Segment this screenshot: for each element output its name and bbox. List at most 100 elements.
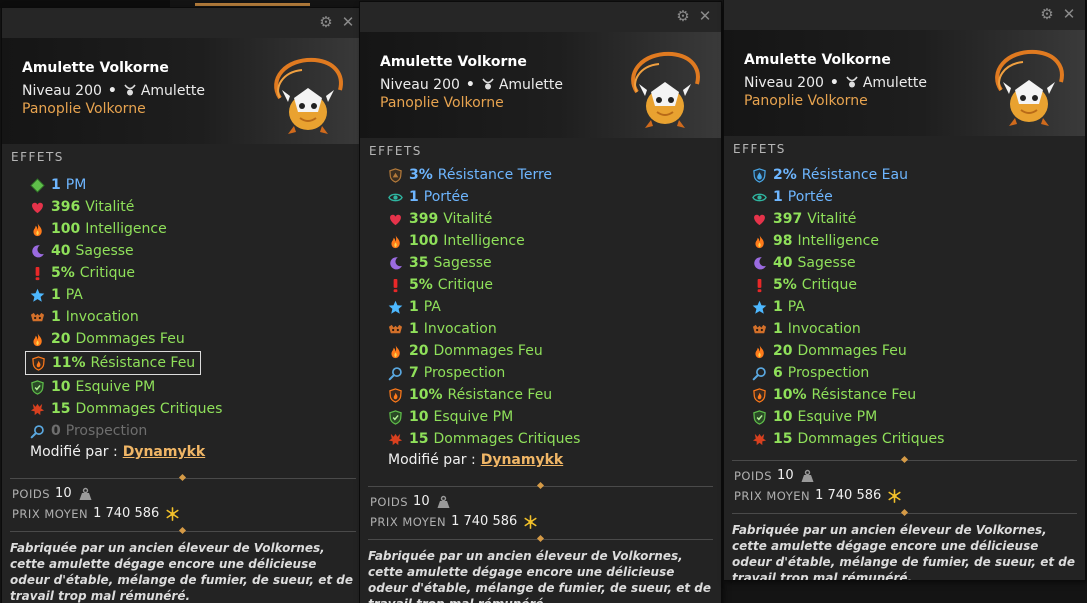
effect-label: Portée — [787, 189, 833, 205]
gear-icon[interactable]: ⚙ — [675, 8, 691, 24]
effect-label: Intelligence — [797, 233, 879, 249]
panel-titlebar[interactable]: ⚙ ✕ — [2, 8, 364, 38]
effect-value: 397 — [773, 211, 803, 227]
effect-row: 10 Esquive PM — [388, 406, 513, 428]
effect-label: Intelligence — [443, 233, 525, 249]
item-name: Amulette Volkorne — [380, 54, 527, 70]
author-link[interactable]: Dynamykk — [123, 444, 206, 460]
effect-label: PA — [423, 299, 441, 315]
shield-fire-icon — [388, 387, 403, 403]
moon-icon — [752, 256, 767, 271]
separator — [10, 473, 356, 482]
separator — [732, 455, 1077, 464]
invocation-icon — [388, 322, 403, 337]
gear-icon[interactable]: ⚙ — [318, 14, 334, 30]
separator — [368, 534, 713, 543]
effect-value: 1 — [51, 287, 61, 303]
effect-row: 20 Dommages Feu — [388, 340, 543, 362]
item-set[interactable]: Panoplie Volkorne — [380, 95, 504, 111]
effect-label: Critique — [801, 277, 857, 293]
effect-row: 1 PM — [30, 174, 86, 196]
effect-row: 3% Résistance Terre — [388, 164, 552, 186]
effect-label: Invocation — [423, 321, 497, 337]
item-level-line: Niveau 200 • Amulette — [744, 75, 928, 91]
modified-by: Modifié par : Dynamykk — [30, 444, 205, 460]
effects-title: EFFETS — [369, 144, 422, 158]
shield-green-icon — [388, 409, 403, 425]
effect-row: 0 Prospection — [30, 420, 147, 442]
star-icon — [30, 288, 45, 303]
effect-value: 35 — [409, 255, 429, 271]
amulet-type-icon — [124, 84, 136, 96]
shield-green-icon — [752, 409, 767, 425]
heart-icon — [752, 212, 767, 227]
effect-value: 3% — [409, 167, 433, 183]
effect-row: 10 Esquive PM — [752, 406, 877, 428]
effect-value: 1 — [409, 189, 419, 205]
effect-row: 98 Intelligence — [752, 230, 879, 252]
effect-label: Critique — [437, 277, 493, 293]
effect-label: Invocation — [787, 321, 861, 337]
effect-label: Prospection — [423, 365, 506, 381]
heart-icon — [30, 200, 45, 215]
weight-label: POIDS — [734, 468, 773, 483]
effect-label: PM — [65, 177, 87, 193]
item-set[interactable]: Panoplie Volkorne — [744, 93, 868, 109]
effect-row: 5% Critique — [30, 262, 135, 284]
item-level: Niveau 200 — [744, 75, 824, 91]
panel-titlebar[interactable]: ⚙ ✕ — [360, 2, 721, 32]
eye-icon — [388, 190, 403, 205]
effect-label: Vitalité — [807, 211, 857, 227]
item-tooltip-panel-3: ⚙ ✕ Amulette Volkorne Niveau 200 • Amulett… — [724, 0, 1085, 580]
effect-label: PA — [787, 299, 805, 315]
panel-titlebar[interactable]: ⚙ ✕ — [724, 0, 1085, 30]
close-icon[interactable]: ✕ — [697, 8, 713, 24]
item-header: Amulette Volkorne Niveau 200 • Amulette Pa… — [360, 32, 721, 138]
item-description: Fabriquée par un ancien éleveur de Volko… — [10, 541, 353, 603]
item-type: Amulette — [140, 83, 206, 99]
effect-label: Résistance Feu — [447, 387, 553, 403]
effect-label: Sagesse — [75, 243, 134, 259]
effect-label: Vitalité — [443, 211, 493, 227]
effect-label: Portée — [423, 189, 469, 205]
amulet-type-icon — [482, 78, 494, 90]
effect-row: 397 Vitalité — [752, 208, 856, 230]
effect-value: 10% — [409, 387, 443, 403]
effect-row: 1 Portée — [752, 186, 833, 208]
author-link[interactable]: Dynamykk — [481, 452, 564, 468]
effect-label: Critique — [79, 265, 135, 281]
effect-label: Intelligence — [85, 221, 167, 237]
shield-water-icon — [752, 167, 767, 183]
effect-row: 7 Prospection — [388, 362, 505, 384]
exclamation-icon — [752, 278, 767, 293]
critical-damage-icon — [30, 402, 45, 417]
item-tooltip-panel-1: ⚙ ✕ Amulette Volkorne Niveau 200 • Amulett… — [2, 8, 364, 603]
effect-value: 10 — [51, 379, 71, 395]
amulet-type-icon — [846, 76, 858, 88]
critical-damage-icon — [752, 432, 767, 447]
effect-value: 1 — [773, 321, 783, 337]
magnifier-icon — [30, 424, 45, 439]
effect-label: Esquive PM — [75, 379, 156, 395]
price-row: PRIX MOYEN 1 740 586 — [734, 488, 902, 503]
effect-label: Résistance Eau — [801, 167, 908, 183]
weight-icon — [437, 495, 450, 508]
close-icon[interactable]: ✕ — [340, 14, 356, 30]
separator-ornament — [536, 534, 544, 543]
effect-label: Dommages Feu — [433, 343, 543, 359]
price-row: PRIX MOYEN 1 740 586 — [370, 514, 538, 529]
effect-row: 5% Critique — [388, 274, 493, 296]
separator-ornament — [178, 473, 187, 482]
weight-value: 10 — [777, 468, 794, 483]
effect-value: 1 — [409, 321, 419, 337]
weight-label: POIDS — [370, 494, 409, 509]
gear-icon[interactable]: ⚙ — [1039, 6, 1055, 22]
close-icon[interactable]: ✕ — [1061, 6, 1077, 22]
effect-value: 1 — [773, 189, 783, 205]
effect-value: 11% — [52, 355, 86, 371]
effect-value: 5% — [409, 277, 433, 293]
item-set[interactable]: Panoplie Volkorne — [22, 101, 146, 117]
effect-value: 396 — [51, 199, 81, 215]
weight-icon — [79, 487, 92, 500]
effect-label: Dommages Feu — [75, 331, 185, 347]
